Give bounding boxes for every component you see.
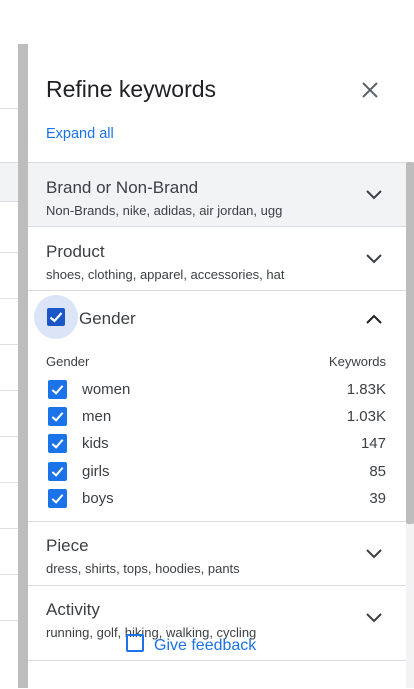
background-divider — [0, 528, 20, 529]
section-title: Gender — [79, 309, 136, 328]
list-item-count: 1.03K — [346, 408, 386, 425]
chevron-up-icon[interactable] — [364, 309, 384, 329]
kids-checkbox[interactable] — [48, 434, 67, 453]
section-title: Product — [46, 242, 105, 261]
background-divider — [0, 298, 20, 299]
list-item-count: 147 — [360, 435, 386, 452]
chevron-down-icon[interactable] — [364, 249, 384, 269]
section-title: Brand or Non-Brand — [46, 178, 199, 197]
section-title: Activity — [46, 600, 100, 619]
boys-checkbox[interactable] — [48, 489, 67, 508]
panel-title: Refine keywords — [46, 76, 217, 102]
checkbox-checked-icon — [47, 308, 65, 326]
give-feedback-label: Give feedback — [154, 637, 257, 654]
background-divider — [0, 344, 20, 345]
refine-keywords-panel: Refine keywords Expand all Brand or Non-… — [28, 44, 414, 688]
scrollbar-thumb[interactable] — [406, 162, 414, 524]
feedback-icon — [126, 634, 144, 652]
column-header-keywords: Keywords — [328, 354, 386, 369]
section-title: Piece — [46, 536, 89, 555]
chevron-down-icon[interactable] — [364, 608, 384, 628]
background-divider — [0, 108, 20, 109]
give-feedback-button[interactable]: Give feedback — [126, 634, 256, 655]
gender-select-all-checkbox[interactable] — [34, 295, 78, 339]
section-gender: Gender Gender Keywords women 1.83K men 1… — [28, 290, 406, 521]
background-divider — [0, 390, 20, 391]
chevron-down-icon[interactable] — [364, 185, 384, 205]
women-checkbox[interactable] — [48, 380, 67, 399]
list-item-label: men — [82, 408, 112, 425]
list-item-count: 1.83K — [346, 381, 386, 398]
list-item-label: boys — [82, 490, 114, 507]
list-item-label: kids — [82, 435, 109, 452]
list-item-label: girls — [82, 463, 110, 480]
background-divider — [0, 620, 20, 621]
background-divider — [0, 252, 20, 253]
section-subtitle: shoes, clothing, apparel, accessories, h… — [46, 267, 285, 282]
list-item-label: women — [82, 381, 131, 398]
scrollbar[interactable] — [406, 162, 414, 688]
men-checkbox[interactable] — [48, 407, 67, 426]
background-divider — [0, 574, 20, 575]
panel-footer — [28, 660, 406, 689]
girls-checkbox[interactable] — [48, 462, 67, 481]
panel-shadow — [18, 44, 28, 688]
section-product[interactable]: Product shoes, clothing, apparel, access… — [28, 226, 406, 290]
list-item-count: 39 — [369, 490, 386, 507]
section-subtitle: Non-Brands, nike, adidas, air jordan, ug… — [46, 203, 283, 218]
section-subtitle: dress, shirts, tops, hoodies, pants — [46, 561, 240, 576]
background-divider — [0, 482, 20, 483]
column-header-gender: Gender — [46, 354, 90, 369]
section-piece[interactable]: Piece dress, shirts, tops, hoodies, pant… — [28, 521, 406, 585]
list-item-count: 85 — [369, 463, 386, 480]
expand-all-link[interactable]: Expand all — [46, 126, 114, 142]
background-divider — [0, 436, 20, 437]
background-top-bar — [0, 0, 414, 45]
background-row — [0, 162, 20, 202]
chevron-down-icon[interactable] — [364, 544, 384, 564]
close-icon[interactable] — [358, 78, 382, 102]
section-brand[interactable]: Brand or Non-Brand Non-Brands, nike, adi… — [28, 162, 406, 226]
